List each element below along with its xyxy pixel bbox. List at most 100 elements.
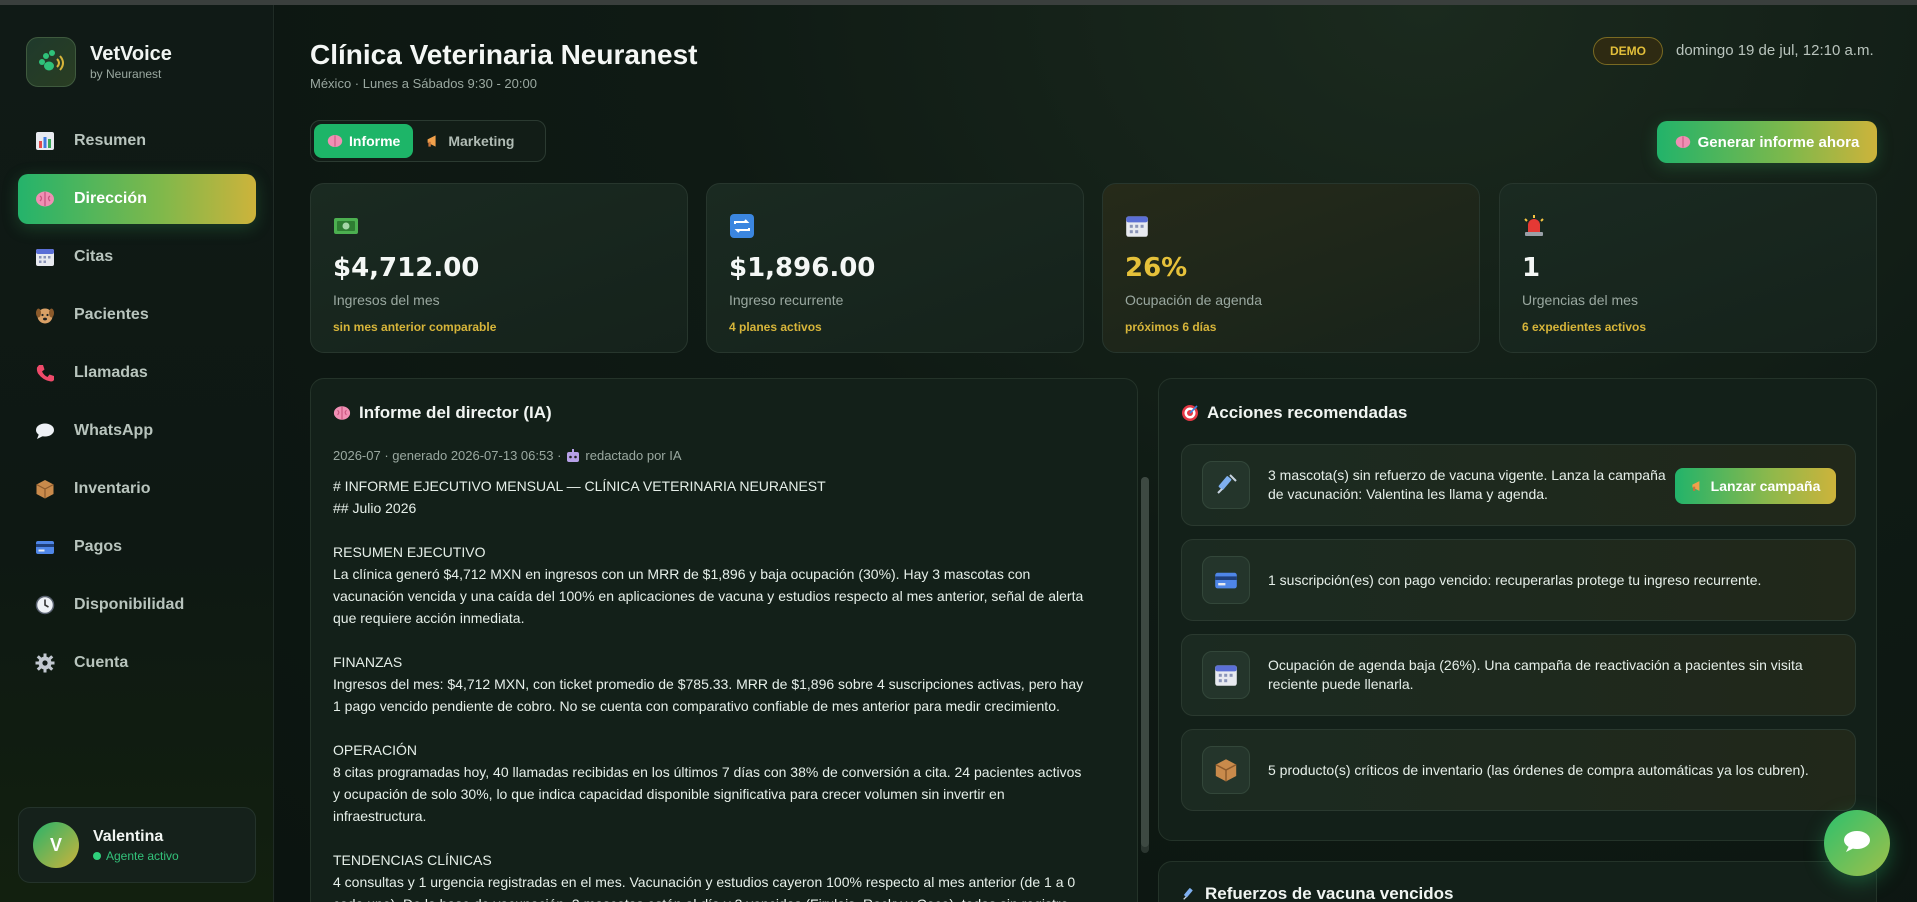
- sidebar-item-inventario[interactable]: Inventario: [18, 464, 256, 514]
- avatar: V: [33, 822, 79, 868]
- sidebar-item-resumen[interactable]: Resumen: [18, 116, 256, 166]
- kpi-label: Ingreso recurrente: [729, 292, 844, 308]
- sidebar-item-label: Llamadas: [74, 364, 148, 381]
- repeat-icon: [729, 212, 757, 240]
- vaccines-title-label: Refuerzos de vacuna vencidos: [1205, 884, 1454, 902]
- scrollbar-thumb[interactable]: [1141, 477, 1149, 847]
- chat-bubble-icon: [34, 420, 56, 442]
- tab-marketing[interactable]: Marketing: [413, 124, 527, 158]
- money-icon: [333, 212, 361, 240]
- launch-campaign-button[interactable]: Lanzar campaña: [1675, 468, 1836, 504]
- credit-card-icon: [1202, 556, 1250, 604]
- package-icon: [1202, 746, 1250, 794]
- action-low-occupancy: Ocupación de agenda baja (26%). Una camp…: [1181, 634, 1856, 716]
- generate-report-button[interactable]: Generar informe ahora: [1657, 121, 1877, 163]
- user-name: Valentina: [93, 827, 164, 845]
- kpi-note: 6 expedientes activos: [1522, 320, 1647, 334]
- bar-chart-icon: [34, 130, 56, 152]
- kpi-note: sin mes anterior comparable: [333, 320, 497, 334]
- siren-icon: [1522, 212, 1550, 240]
- sidebar: VetVoice by Neuranest Resumen Dirección …: [0, 5, 274, 902]
- sidebar-item-label: WhatsApp: [74, 422, 154, 439]
- sidebar-item-label: Resumen: [74, 132, 147, 149]
- demo-badge: DEMO: [1593, 37, 1663, 65]
- calendar-icon: [34, 246, 56, 268]
- tab-label: Marketing: [448, 133, 515, 149]
- current-datetime: domingo 19 de jul, 12:10 a.m.: [1676, 42, 1874, 59]
- sidebar-item-llamadas[interactable]: Llamadas: [18, 348, 256, 398]
- sidebar-item-direccion[interactable]: Dirección: [18, 174, 256, 224]
- report-meta-author: redactado por IA: [585, 448, 682, 463]
- syringe-icon: [1181, 886, 1197, 902]
- action-text: 5 producto(s) críticos de inventario (la…: [1268, 761, 1809, 778]
- clock-icon: [34, 594, 56, 616]
- report-title: Informe del director (IA): [333, 403, 1115, 423]
- dog-icon: [34, 304, 56, 326]
- sidebar-item-cuenta[interactable]: Cuenta: [18, 638, 256, 688]
- robot-icon: [566, 448, 580, 463]
- sidebar-item-label: Pacientes: [74, 306, 149, 323]
- sidebar-item-label: Disponibilidad: [74, 596, 185, 613]
- chat-bubble-icon: [1842, 829, 1872, 858]
- overdue-vaccines-panel: Refuerzos de vacuna vencidos: [1158, 861, 1877, 902]
- kpi-card-recurrente: $1,896.00 Ingreso recurrente 4 planes ac…: [706, 183, 1084, 353]
- kpi-label: Ingresos del mes: [333, 292, 440, 308]
- report-meta-date: 2026-07 · generado 2026-07-13 06:53 ·: [333, 448, 562, 463]
- megaphone-icon: [1691, 479, 1705, 493]
- syringe-icon: [1202, 461, 1250, 509]
- brand-subtitle: by Neuranest: [90, 67, 162, 81]
- report-meta: 2026-07 · generado 2026-07-13 06:53 · re…: [333, 448, 1115, 463]
- main-content: Clínica Veterinaria Neuranest México · L…: [275, 5, 1917, 902]
- sidebar-item-pagos[interactable]: Pagos: [18, 522, 256, 572]
- credit-card-icon: [34, 536, 56, 558]
- tab-informe[interactable]: Informe: [314, 124, 414, 158]
- sidebar-item-label: Dirección: [74, 190, 147, 207]
- kpi-note: 4 planes activos: [729, 320, 822, 334]
- kpi-card-urgencias: 1 Urgencias del mes 6 expedientes activo…: [1499, 183, 1877, 353]
- phone-icon: [34, 362, 56, 384]
- kpi-note: próximos 6 días: [1125, 320, 1217, 334]
- kpi-cards: $4,712.00 Ingresos del mes sin mes anter…: [310, 183, 1877, 353]
- recommended-actions-panel: Acciones recomendadas 3 mascota(s) sin r…: [1158, 378, 1877, 841]
- sidebar-item-label: Cuenta: [74, 654, 129, 671]
- view-tabs: Informe Marketing: [310, 120, 546, 162]
- sidebar-item-citas[interactable]: Citas: [18, 232, 256, 282]
- paw-logo-icon: [26, 37, 76, 87]
- package-icon: [34, 478, 56, 500]
- brain-icon: [327, 133, 343, 149]
- report-title-label: Informe del director (IA): [359, 403, 552, 422]
- sidebar-item-label: Pagos: [74, 538, 123, 555]
- vaccines-title: Refuerzos de vacuna vencidos: [1181, 884, 1854, 902]
- calendar-icon: [1125, 212, 1153, 240]
- brain-icon: [333, 404, 351, 422]
- brand[interactable]: VetVoice by Neuranest: [26, 37, 172, 87]
- kpi-value: $4,712.00: [333, 253, 480, 283]
- director-report-panel: Informe del director (IA) 2026-07 · gene…: [310, 378, 1149, 902]
- page-subtitle: México · Lunes a Sábados 9:30 - 20:00: [310, 76, 537, 91]
- target-icon: [1181, 404, 1199, 422]
- user-card[interactable]: V Valentina Agente activo: [18, 807, 256, 883]
- sidebar-item-pacientes[interactable]: Pacientes: [18, 290, 256, 340]
- action-overdue-payment: 1 suscripción(es) con pago vencido: recu…: [1181, 539, 1856, 621]
- sidebar-item-label: Inventario: [74, 480, 151, 497]
- sidebar-item-disponibilidad[interactable]: Disponibilidad: [18, 580, 256, 630]
- kpi-label: Ocupación de agenda: [1125, 292, 1262, 308]
- actions-title: Acciones recomendadas: [1181, 403, 1854, 423]
- brand-name: VetVoice: [90, 43, 172, 65]
- calendar-icon: [1202, 651, 1250, 699]
- sidebar-nav: Resumen Dirección Citas Pacientes Llamad…: [18, 116, 256, 696]
- kpi-value: $1,896.00: [729, 253, 876, 283]
- report-scrollbar[interactable]: [1141, 477, 1149, 853]
- launch-campaign-label: Lanzar campaña: [1710, 478, 1821, 494]
- tab-label: Informe: [349, 133, 401, 149]
- action-critical-inventory: 5 producto(s) críticos de inventario (la…: [1181, 729, 1856, 811]
- kpi-card-ingresos: $4,712.00 Ingresos del mes sin mes anter…: [310, 183, 688, 353]
- user-status: Agente activo: [93, 849, 179, 863]
- brain-icon: [34, 188, 56, 210]
- status-dot-icon: [93, 851, 101, 860]
- sidebar-item-whatsapp[interactable]: WhatsApp: [18, 406, 256, 456]
- megaphone-icon: [426, 133, 442, 149]
- chat-assistant-button[interactable]: [1824, 810, 1890, 876]
- user-status-label: Agente activo: [106, 848, 179, 863]
- brain-icon: [1675, 134, 1691, 150]
